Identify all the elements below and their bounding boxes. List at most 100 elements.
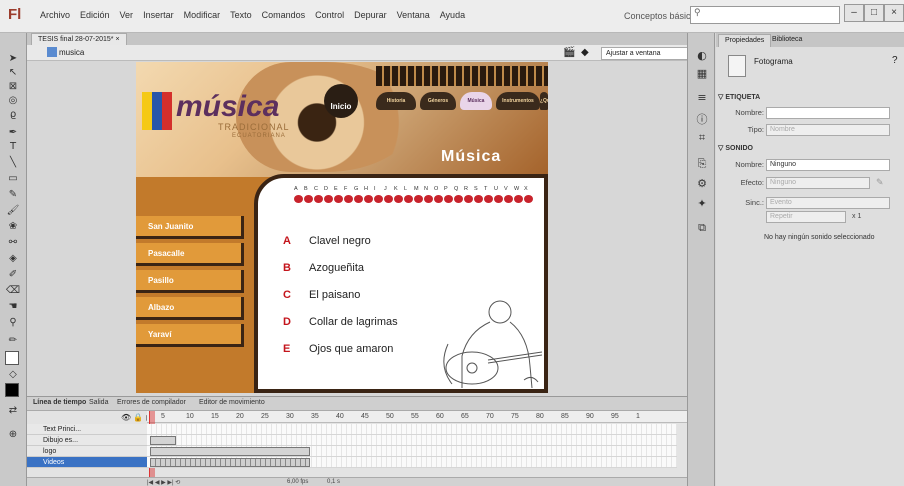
menu-control[interactable]: Control [315, 10, 344, 20]
alphabet-dot-button[interactable] [474, 195, 483, 203]
layer-frames[interactable] [147, 446, 677, 457]
menu-archivo[interactable]: Archivo [40, 10, 70, 20]
genre-albazo[interactable]: Albazo [136, 297, 244, 320]
nav-musica[interactable]: Música [460, 92, 492, 110]
alphabet-dot-button[interactable] [304, 195, 313, 203]
subselection-tool-icon[interactable]: ↖ [5, 67, 21, 79]
rectangle-tool-icon[interactable]: ▭ [5, 173, 21, 185]
snap-icon[interactable]: ⊕ [5, 429, 21, 441]
menu-texto[interactable]: Texto [230, 10, 252, 20]
alphabet-dot-button[interactable] [514, 195, 523, 203]
tab-salida[interactable]: Salida [89, 399, 108, 406]
alphabet-dot-button[interactable] [414, 195, 423, 203]
alphabet-dot-button[interactable] [464, 195, 473, 203]
close-window-button[interactable]: × [884, 4, 904, 22]
alphabet-dot-button[interactable] [364, 195, 373, 203]
song-item[interactable]: E Ojos que amaron [283, 343, 393, 355]
edit-envelope-icon[interactable]: ✎ [876, 177, 884, 188]
stage[interactable]: música TRADICIONAL ECUATORIANA Inicio Hi… [136, 62, 548, 393]
pen-tool-icon[interactable]: ✒ [5, 127, 21, 139]
help-icon[interactable]: ? [892, 55, 898, 66]
alphabet-dot-button[interactable] [524, 195, 533, 203]
selection-tool-icon[interactable]: ➤ [5, 53, 21, 65]
alphabet-dot-button[interactable] [374, 195, 383, 203]
brush-tool-icon[interactable]: 🖌 [5, 205, 21, 217]
text-tool-icon[interactable]: T [5, 141, 21, 153]
color-panel-icon[interactable]: ◐ [694, 49, 710, 63]
alphabet-dot-button[interactable] [354, 195, 363, 203]
deco-tool-icon[interactable]: ❀ [5, 221, 21, 233]
menu-ayuda[interactable]: Ayuda [440, 10, 465, 20]
genre-pasillo[interactable]: Pasillo [136, 270, 244, 293]
lasso-icon[interactable]: ϱ [5, 109, 21, 121]
menu-edicion[interactable]: Edición [80, 10, 110, 20]
eraser-icon[interactable]: ⌫ [5, 285, 21, 297]
time-readout[interactable]: 0,1 s [327, 479, 340, 485]
layer-row[interactable]: Text Princi... [27, 424, 147, 435]
menu-depurar[interactable]: Depurar [354, 10, 387, 20]
frame-span[interactable] [150, 436, 176, 445]
nav-generos[interactable]: Géneros [420, 92, 456, 110]
fill-color-swatch[interactable] [5, 383, 19, 397]
genre-san-juanito[interactable]: San Juanito [136, 216, 244, 239]
type-select[interactable]: Nombre [766, 124, 890, 136]
sound-name-select[interactable]: Ninguno [766, 159, 890, 171]
tab-propiedades[interactable]: Propiedades [718, 34, 772, 47]
free-transform-icon[interactable]: ⊠ [5, 81, 21, 93]
help-search-input[interactable]: ⚲ [690, 6, 840, 24]
alphabet-dot-button[interactable] [434, 195, 443, 203]
nav-instrumentos[interactable]: Instrumentos [496, 92, 540, 110]
stroke-color-icon[interactable]: ✏ [5, 335, 21, 347]
alphabet-dot-button[interactable] [314, 195, 323, 203]
menu-ver[interactable]: Ver [120, 10, 134, 20]
3d-rotation-icon[interactable]: ◎ [5, 95, 21, 107]
frame-span[interactable] [150, 458, 310, 467]
tab-timeline[interactable]: Línea de tiempo [33, 399, 86, 406]
minimize-button[interactable]: – [844, 4, 864, 22]
stroke-color-swatch[interactable] [5, 351, 19, 365]
alphabet-dot-button[interactable] [324, 195, 333, 203]
swap-colors-icon[interactable]: ⇄ [5, 405, 21, 417]
layer-frames[interactable] [147, 457, 677, 468]
swatches-panel-icon[interactable]: ▦ [694, 67, 710, 81]
close-tab-icon[interactable]: × [115, 36, 119, 43]
song-item[interactable]: A Clavel negro [283, 235, 371, 247]
alphabet-dot-button[interactable] [294, 195, 303, 203]
menu-ventana[interactable]: Ventana [397, 10, 430, 20]
zoom-tool-icon[interactable]: ⚲ [5, 317, 21, 329]
alphabet-dot-button[interactable] [444, 195, 453, 203]
genre-pasacalle[interactable]: Pasacalle [136, 243, 244, 266]
section-sonido[interactable]: ▽ SONIDO [718, 144, 753, 152]
edit-symbol-icon[interactable]: ◆ [581, 47, 593, 59]
repeat-select[interactable]: Repetir [766, 211, 846, 223]
frame-name-input[interactable] [766, 107, 890, 119]
playback-controls[interactable]: |◀ ◀ ▶ ▶| ⟲ [147, 479, 180, 486]
history-panel-icon[interactable]: ⧉ [694, 221, 710, 235]
effect-select[interactable]: Ninguno [766, 177, 870, 189]
section-etiqueta[interactable]: ▽ ETIQUETA [718, 93, 760, 101]
menu-insertar[interactable]: Insertar [143, 10, 174, 20]
layer-row[interactable]: logo [27, 446, 147, 457]
edit-scene-icon[interactable]: 🎬 [563, 47, 575, 59]
scene-name[interactable]: musica [59, 48, 84, 57]
tab-errores[interactable]: Errores de compilador [117, 399, 186, 406]
layer-frames[interactable] [147, 424, 677, 435]
alphabet-dot-button[interactable] [384, 195, 393, 203]
paint-bucket-icon[interactable]: ◈ [5, 253, 21, 265]
document-tab[interactable]: TESIS final 28-07-2015* × [31, 33, 127, 45]
repeat-count[interactable]: x 1 [852, 213, 861, 220]
alphabet-dot-button[interactable] [394, 195, 403, 203]
sync-select[interactable]: Evento [766, 197, 890, 209]
eyedropper-icon[interactable]: ✐ [5, 269, 21, 281]
menu-comandos[interactable]: Comandos [262, 10, 306, 20]
song-item[interactable]: D Collar de lagrimas [283, 316, 398, 328]
layer-row[interactable]: Dibujo es... [27, 435, 147, 446]
hand-tool-icon[interactable]: ☚ [5, 301, 21, 313]
fps-readout[interactable]: 6,00 fps [287, 479, 308, 485]
alphabet-dot-button[interactable] [344, 195, 353, 203]
tab-editor-movimiento[interactable]: Editor de movimiento [199, 399, 265, 406]
alphabet-dot-button[interactable] [424, 195, 433, 203]
alphabet-dot-button[interactable] [404, 195, 413, 203]
layer-row-selected[interactable]: Videos [27, 457, 147, 468]
bone-tool-icon[interactable]: ⚯ [5, 237, 21, 249]
